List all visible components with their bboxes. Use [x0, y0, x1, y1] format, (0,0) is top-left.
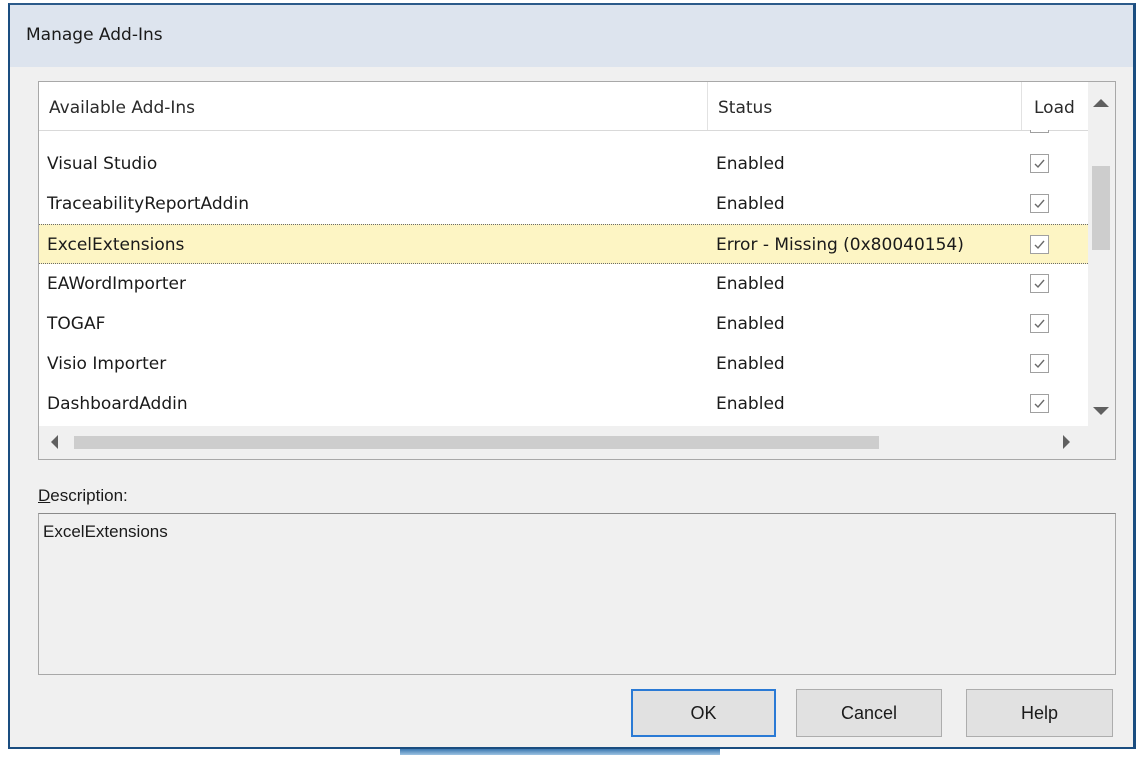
description-box[interactable]: ExcelExtensions	[38, 513, 1116, 675]
horizontal-scroll-thumb[interactable]	[74, 436, 879, 449]
table-row[interactable]: ExcelExtensions Error - Missing (0x800401…	[39, 224, 1088, 264]
addin-name: DashboardAddin	[47, 394, 188, 414]
addin-name: TraceabilityReportAddin	[47, 194, 249, 214]
dialog-title: Manage Add-Ins	[26, 25, 163, 45]
load-checkbox[interactable]	[1030, 194, 1049, 213]
title-bar: Manage Add-Ins	[10, 5, 1133, 67]
checkmark-icon	[1034, 199, 1045, 209]
addins-list-view[interactable]: Available Add-Ins Status Load Zachman Fr…	[38, 81, 1116, 460]
list-rows-viewport: Zachman Framework Enabled Visual Studio Ena…	[39, 130, 1088, 426]
load-checkbox[interactable]	[1030, 354, 1049, 373]
description-text: ExcelExtensions	[43, 522, 168, 541]
addin-name: EAWordImporter	[47, 274, 187, 294]
load-checkbox[interactable]	[1030, 274, 1049, 293]
load-checkbox[interactable]	[1030, 235, 1049, 254]
manage-addins-dialog: Manage Add-Ins Available Add-Ins Status …	[8, 3, 1136, 749]
table-row[interactable]: Visio Importer Enabled	[39, 344, 1088, 384]
ok-button[interactable]: OK	[631, 689, 776, 737]
addin-status: Enabled	[716, 354, 785, 374]
addin-status: Error - Missing (0x80040154)	[716, 235, 964, 255]
checkmark-icon	[1034, 359, 1045, 369]
load-checkbox[interactable]	[1030, 314, 1049, 333]
scroll-down-arrow-icon[interactable]	[1093, 407, 1109, 415]
page: Manage Add-Ins Available Add-Ins Status …	[0, 0, 1142, 760]
description-label-text: escription:	[50, 486, 128, 505]
description-label-mnemonic: D	[38, 486, 51, 505]
table-row[interactable]: TraceabilityReportAddin Enabled	[39, 184, 1088, 224]
scroll-left-arrow-icon[interactable]	[51, 435, 58, 449]
addin-status: Enabled	[716, 394, 785, 414]
column-header-load[interactable]: Load	[1021, 82, 1088, 130]
checkmark-icon	[1034, 399, 1045, 409]
addin-name: Visual Studio	[47, 154, 158, 174]
addin-name: ExcelExtensions	[47, 235, 185, 255]
horizontal-scrollbar[interactable]	[39, 426, 1088, 459]
checkmark-icon	[1034, 279, 1045, 289]
table-row[interactable]: TOGAF Enabled	[39, 304, 1088, 344]
checkmark-icon	[1034, 159, 1045, 169]
addin-name: Zachman Framework	[47, 130, 226, 144]
load-checkbox[interactable]	[1030, 154, 1049, 173]
table-row[interactable]: DashboardAddin Enabled	[39, 384, 1088, 424]
checkmark-icon	[1034, 240, 1045, 250]
table-row[interactable]: Visual Studio Enabled	[39, 144, 1088, 184]
load-checkbox[interactable]	[1030, 130, 1049, 133]
vertical-scroll-thumb[interactable]	[1092, 166, 1110, 250]
cancel-button[interactable]: Cancel	[796, 689, 942, 737]
vertical-scrollbar[interactable]	[1088, 82, 1115, 426]
addin-name: Visio Importer	[47, 354, 167, 374]
addin-status: Enabled	[716, 274, 785, 294]
addin-status: Enabled	[716, 194, 785, 214]
list-rows: Zachman Framework Enabled Visual Studio Ena…	[39, 130, 1088, 424]
table-row[interactable]: Zachman Framework Enabled	[39, 130, 1088, 144]
scrollbar-corner	[1088, 426, 1115, 459]
addin-name: TOGAF	[47, 314, 106, 334]
description-label: Description:	[38, 486, 128, 506]
checkmark-icon	[1034, 319, 1045, 329]
addin-status: Enabled	[716, 154, 785, 174]
table-row[interactable]: EAWordImporter Enabled	[39, 264, 1088, 304]
help-button[interactable]: Help	[966, 689, 1113, 737]
column-header-available-addins[interactable]: Available Add-Ins	[39, 82, 707, 130]
scroll-right-arrow-icon[interactable]	[1063, 435, 1070, 449]
scroll-up-arrow-icon[interactable]	[1093, 99, 1109, 107]
column-header-status[interactable]: Status	[707, 82, 1021, 130]
taskbar-strip	[400, 749, 720, 755]
load-checkbox[interactable]	[1030, 394, 1049, 413]
addin-status: Enabled	[716, 314, 785, 334]
addin-status: Enabled	[716, 130, 785, 144]
list-header: Available Add-Ins Status Load	[39, 82, 1088, 131]
